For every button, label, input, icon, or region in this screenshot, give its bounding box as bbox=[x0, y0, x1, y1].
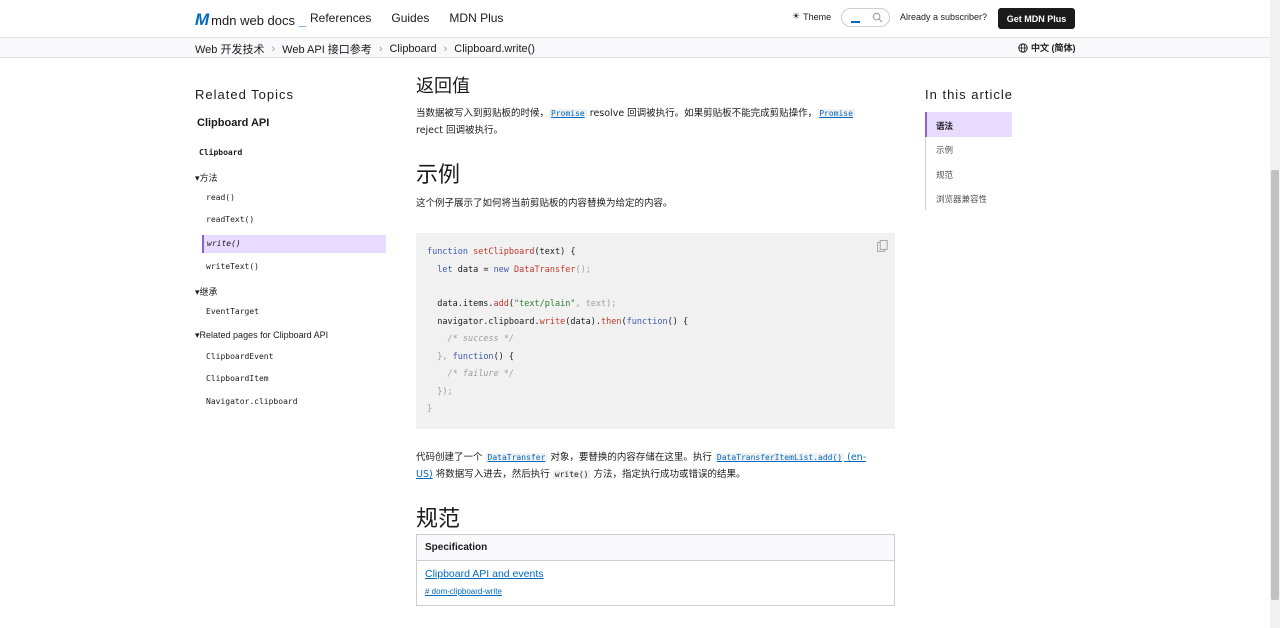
sidebar-interface-link[interactable]: Clipboard bbox=[199, 148, 242, 157]
subscriber-link[interactable]: Already a subscriber? bbox=[900, 12, 987, 22]
promise-link[interactable]: Promise bbox=[549, 109, 587, 118]
sidebar-item-read[interactable]: read() bbox=[206, 193, 235, 202]
nav-guides[interactable]: Guides bbox=[391, 11, 429, 25]
toc-heading: In this article bbox=[925, 87, 1013, 102]
datatransferitemlist-add-link[interactable]: DataTransferItemList.add() bbox=[714, 453, 845, 462]
sidebar-item-readtext[interactable]: readText() bbox=[206, 215, 254, 224]
example-intro: 这个例子展示了如何将当前剪贴板的内容替换为给定的内容。 bbox=[416, 198, 673, 209]
nav-mdn-plus[interactable]: MDN Plus bbox=[449, 11, 503, 25]
sidebar-item-navigator-clipboard[interactable]: Navigator.clipboard bbox=[206, 397, 298, 406]
code-line: /* success */ bbox=[447, 334, 515, 344]
sidebar-item-write[interactable]: write() bbox=[207, 239, 241, 248]
theme-label: Theme bbox=[803, 11, 832, 22]
code-line: } bbox=[427, 404, 433, 414]
code-block bbox=[416, 233, 895, 429]
sidebar-item-clipboarditem[interactable]: ClipboardItem bbox=[206, 374, 269, 383]
heading-example: 示例 bbox=[416, 163, 461, 188]
spec-link[interactable]: Clipboard API and events bbox=[425, 568, 544, 580]
logo-text: mdn web docs bbox=[211, 12, 295, 28]
breadcrumb-item-web[interactable]: Web 开发技术 bbox=[195, 41, 264, 57]
search-input[interactable] bbox=[841, 8, 890, 27]
chevron-right-icon: › bbox=[378, 43, 383, 55]
code-line: let data = new DataTransfer(); bbox=[437, 265, 591, 275]
breadcrumb-item-write[interactable]: Clipboard.write() bbox=[454, 43, 535, 55]
spec-table-header: Specification bbox=[417, 535, 894, 561]
code-line: /* failure */ bbox=[447, 369, 515, 379]
breadcrumb: Web 开发技术 › Web API 接口参考 › Clipboard › Cl… bbox=[195, 41, 535, 57]
toc-item-browser-compat[interactable]: 浏览器兼容性 bbox=[936, 193, 987, 205]
write-code: write() bbox=[552, 470, 591, 479]
promise-link-2[interactable]: Promise bbox=[817, 109, 855, 118]
en-us-link-cont[interactable]: US) bbox=[416, 469, 433, 480]
theme-button[interactable]: ☀ Theme bbox=[792, 11, 831, 22]
code-line: navigator.clipboard.write(data).then(fun… bbox=[437, 317, 689, 327]
breadcrumb-item-clipboard[interactable]: Clipboard bbox=[389, 43, 436, 55]
breadcrumb-bar: Web 开发技术 › Web API 接口参考 › Clipboard › Cl… bbox=[0, 38, 1270, 58]
return-value-paragraph: 当数据被写入到剪贴板的时候， Promise resolve 回调被执行。如果剪贴… bbox=[416, 108, 855, 136]
code-line: }, function() { bbox=[437, 352, 515, 362]
get-mdn-plus-button[interactable]: Get MDN Plus bbox=[998, 8, 1075, 29]
nav-references[interactable]: References bbox=[310, 11, 371, 25]
datatransfer-link[interactable]: DataTransfer bbox=[485, 453, 548, 462]
code-line: data.items.add("text/plain", text); bbox=[437, 299, 617, 309]
sidebar-heading: Related Topics bbox=[195, 87, 295, 102]
spec-anchor-link[interactable]: # dom-clipboard-write bbox=[425, 587, 502, 596]
code-line: function setClipboard(text) { bbox=[427, 247, 576, 257]
sun-icon: ☀ bbox=[792, 11, 801, 21]
chevron-right-icon: › bbox=[271, 43, 276, 55]
main-nav: References Guides MDN Plus bbox=[310, 11, 503, 25]
sidebar-group-related[interactable]: ▾Related pages for Clipboard API bbox=[195, 330, 328, 341]
toc-item-syntax[interactable]: 语法 bbox=[936, 120, 953, 132]
heading-specification: 规范 bbox=[416, 507, 461, 532]
mdn-logo[interactable]: M mdn web docs _ bbox=[195, 10, 306, 30]
sidebar-group-methods[interactable]: ▾方法 bbox=[195, 171, 218, 184]
language-switcher[interactable]: 中文 (简体) bbox=[1018, 41, 1076, 54]
top-navigation: M mdn web docs _ References Guides MDN P… bbox=[0, 0, 1270, 38]
sidebar-item-eventtarget[interactable]: EventTarget bbox=[206, 307, 259, 316]
toc-item-specifications[interactable]: 规范 bbox=[936, 169, 953, 181]
search-icon[interactable] bbox=[872, 12, 883, 23]
breadcrumb-item-webapi[interactable]: Web API 接口参考 bbox=[282, 41, 372, 57]
globe-icon bbox=[1018, 42, 1028, 53]
copy-icon[interactable] bbox=[877, 240, 888, 252]
logo-mark-icon: M bbox=[195, 10, 209, 29]
toc-item-examples[interactable]: 示例 bbox=[936, 144, 953, 156]
sidebar-group-inherit[interactable]: ▾继承 bbox=[195, 285, 218, 298]
search-cursor bbox=[851, 21, 860, 23]
sidebar-item-writetext[interactable]: writeText() bbox=[206, 262, 259, 271]
en-us-link[interactable]: (en- bbox=[844, 452, 866, 463]
specification-table: Specification Clipboard API and events #… bbox=[416, 534, 895, 606]
sidebar-api-title[interactable]: Clipboard API bbox=[197, 117, 269, 129]
logo-underscore: _ bbox=[299, 12, 307, 28]
heading-return-value: 返回值 bbox=[416, 76, 470, 97]
sidebar-item-clipboardevent[interactable]: ClipboardEvent bbox=[206, 352, 273, 361]
language-label: 中文 (简体) bbox=[1031, 43, 1076, 53]
scrollbar-thumb[interactable] bbox=[1271, 170, 1279, 600]
code-line: }); bbox=[437, 387, 453, 397]
chevron-right-icon: › bbox=[443, 43, 448, 55]
explain-paragraph: 代码创建了一个 DataTransfer 对象，要替换的内容存储在这里。执行 D… bbox=[416, 452, 867, 480]
